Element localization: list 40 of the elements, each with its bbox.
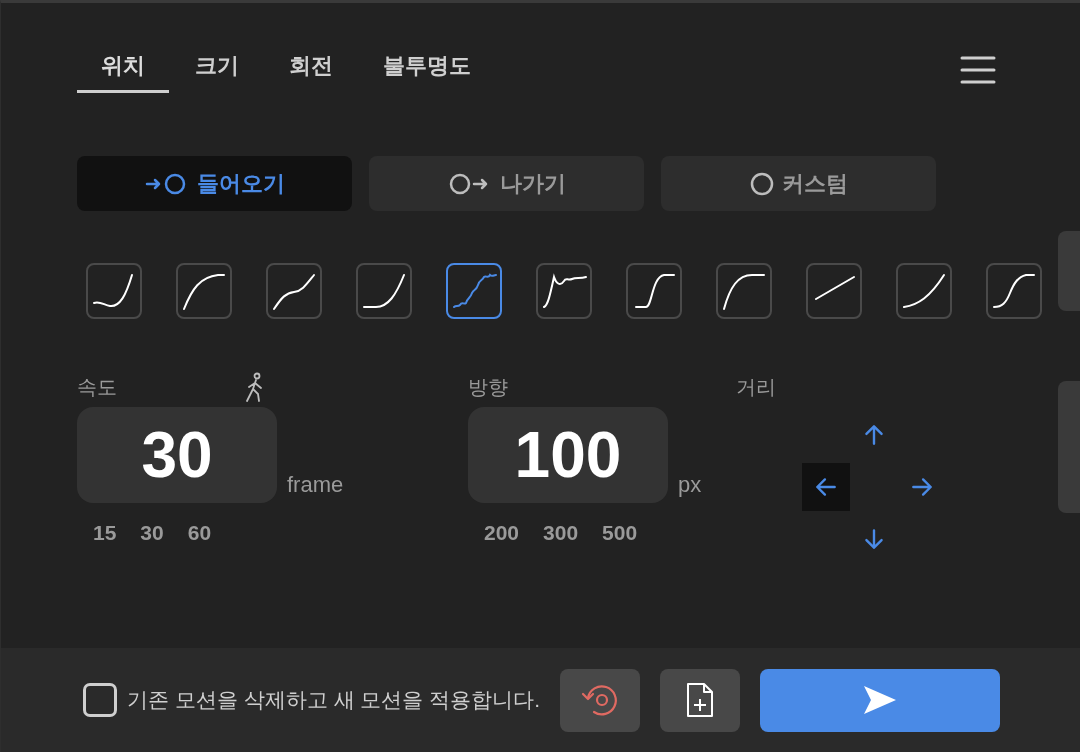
value-field[interactable]: 30 — [77, 407, 277, 503]
tab[interactable]: 회전 — [265, 47, 357, 93]
circle-icon — [749, 171, 774, 196]
easing-curve-button[interactable] — [986, 263, 1042, 319]
easing-curve-button[interactable] — [86, 263, 142, 319]
new-file-button[interactable] — [660, 668, 740, 732]
checkbox-label: 기존 모션을 삭제하고 새 모션을 적용합니다. — [127, 687, 540, 714]
preset-value[interactable]: 60 — [187, 517, 212, 549]
easing-curve-button[interactable] — [896, 263, 952, 319]
section-label: 속도 — [77, 375, 118, 400]
easing-curve-button[interactable] — [626, 263, 682, 319]
easing-curve-button[interactable] — [266, 263, 322, 319]
easing-curve-button[interactable] — [356, 263, 412, 319]
preset-value[interactable]: 500 — [602, 517, 638, 549]
preset-value[interactable]: 30 — [140, 517, 164, 549]
tab[interactable]: 불투명도 — [359, 47, 495, 93]
file-plus-icon — [685, 682, 715, 718]
reset-button[interactable] — [560, 668, 640, 732]
mode-button[interactable]: 커스텀 — [661, 156, 936, 211]
easing-curve-button[interactable] — [536, 263, 592, 319]
checkbox[interactable] — [83, 683, 117, 717]
section-label: 방향 — [468, 375, 509, 400]
menu-icon[interactable] — [960, 55, 996, 85]
preset-value[interactable]: 15 — [93, 517, 117, 549]
easing-curve-button[interactable] — [716, 263, 772, 319]
easing-curve-button[interactable] — [176, 263, 232, 319]
mode-button[interactable]: 들어오기 — [77, 156, 352, 211]
section-label: 거리 — [736, 375, 777, 400]
direction-button[interactable] — [802, 463, 850, 511]
easing-curve-button[interactable] — [806, 263, 862, 319]
send-icon — [862, 684, 898, 716]
unit-label: frame — [287, 471, 344, 499]
tab[interactable]: 위치 — [77, 47, 169, 93]
preset-value[interactable]: 300 — [543, 517, 579, 549]
tab[interactable]: 크기 — [171, 47, 263, 93]
mode-button[interactable]: 나가기 — [369, 156, 644, 211]
preset-value[interactable]: 200 — [484, 517, 520, 549]
unit-label: px — [678, 471, 702, 499]
send-button[interactable] — [760, 668, 1000, 732]
value-field[interactable]: 100 — [468, 407, 668, 503]
